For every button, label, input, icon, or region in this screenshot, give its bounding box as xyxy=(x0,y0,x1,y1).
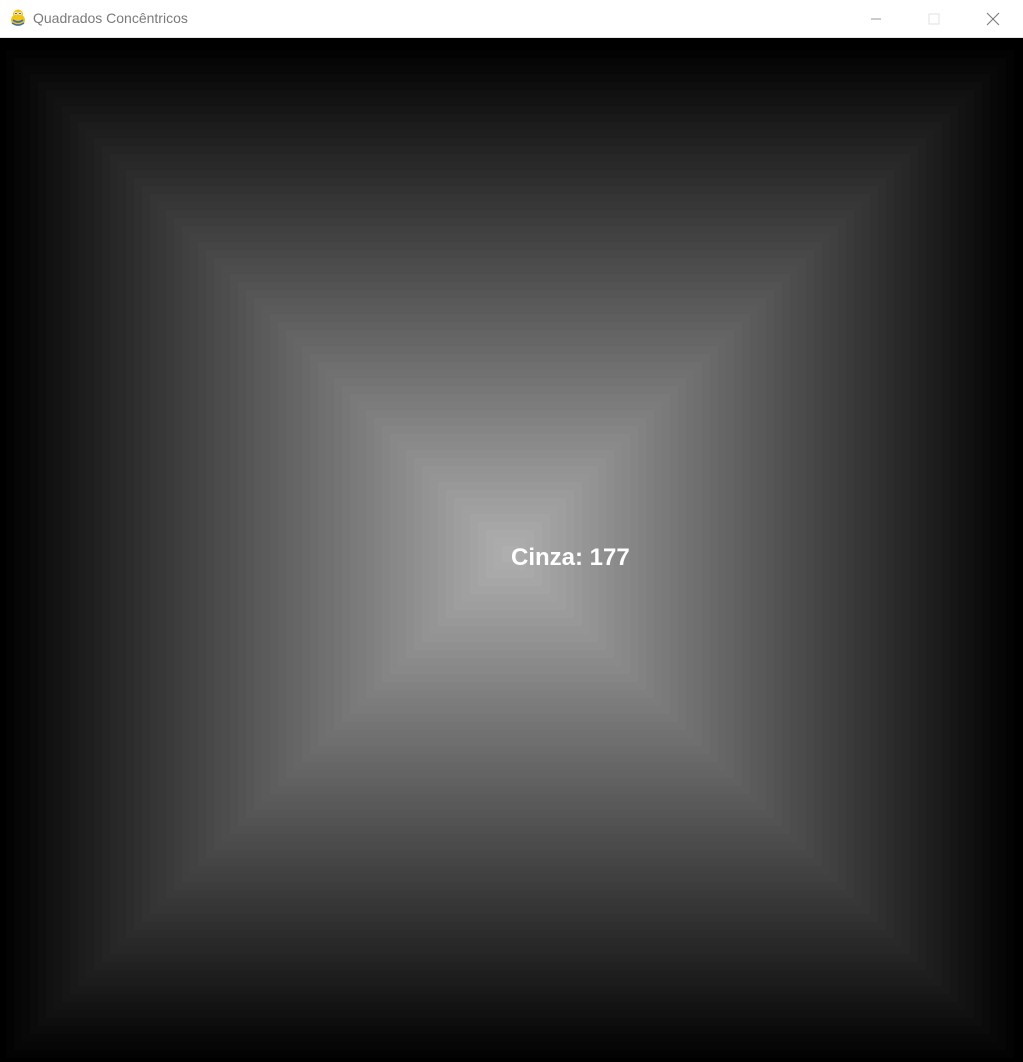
app-window: Quadrados Concêntricos Cinza: 177 xyxy=(0,0,1023,1062)
minimize-icon xyxy=(871,18,881,19)
window-title: Quadrados Concêntricos xyxy=(33,10,188,26)
maximize-icon xyxy=(928,13,940,24)
gray-value-label: Cinza: 177 xyxy=(511,544,630,571)
maximize-button[interactable] xyxy=(905,0,963,37)
title-bar[interactable]: Quadrados Concêntricos xyxy=(0,0,1023,38)
close-icon xyxy=(986,12,1000,25)
pygame-snake-icon xyxy=(11,9,25,26)
close-button[interactable] xyxy=(964,0,1022,37)
minimize-button[interactable] xyxy=(847,0,905,37)
